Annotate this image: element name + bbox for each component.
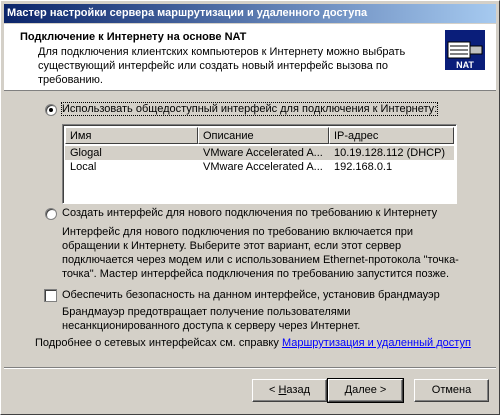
use-existing-interface-label[interactable]: Использовать общедоступный интерфейс для… <box>60 102 439 116</box>
cancel-button[interactable]: Отмена <box>414 379 489 402</box>
page-subtitle: Для подключения клиентских компьютеров к… <box>38 46 406 86</box>
column-name[interactable]: Имя <box>65 127 198 144</box>
wizard-window: Мастер настройки сервера маршрутизации и… <box>0 0 500 415</box>
cell-ip: 192.168.0.1 <box>334 161 393 173</box>
title-bar[interactable]: Мастер настройки сервера маршрутизации и… <box>4 4 496 23</box>
help-text: Подробнее о сетевых интерфейсах см. спра… <box>35 337 471 349</box>
window-title: Мастер настройки сервера маршрутизации и… <box>7 7 368 19</box>
interfaces-list[interactable]: Имя Описание IP-адрес Glogal VMware Acce… <box>62 124 457 204</box>
column-description[interactable]: Описание <box>198 127 329 144</box>
cell-ip: 10.19.128.112 (DHCP) <box>334 147 446 159</box>
cell-name: Glogal <box>70 147 102 159</box>
button-separator <box>4 367 496 369</box>
help-text-prefix: Подробнее о сетевых интерфейсах см. спра… <box>35 337 279 349</box>
nat-icon: NAT <box>445 30 485 70</box>
next-button-rest: алее > <box>352 384 387 396</box>
interfaces-list-header: Имя Описание IP-адрес <box>65 127 454 144</box>
wizard-header: Подключение к Интернету на основе NAT Дл… <box>4 24 496 91</box>
use-existing-interface-radio[interactable] <box>45 104 57 116</box>
cell-description: VMware Accelerated A... <box>203 161 323 173</box>
back-button[interactable]: < Назад <box>252 379 327 402</box>
firewall-label[interactable]: Обеспечить безопасность на данном интерф… <box>62 289 440 301</box>
create-demand-interface-label[interactable]: Создать интерфейс для нового подключения… <box>62 207 437 219</box>
table-row[interactable]: Local VMware Accelerated A... 192.168.0.… <box>65 160 454 174</box>
column-ip[interactable]: IP-адрес <box>329 127 454 144</box>
cell-description: VMware Accelerated A... <box>203 147 323 159</box>
help-link[interactable]: Маршрутизация и удаленный доступ <box>282 337 471 349</box>
demand-interface-description: Интерфейс для нового подключения по треб… <box>62 226 459 280</box>
table-row[interactable]: Glogal VMware Accelerated A... 10.19.128… <box>65 146 454 160</box>
page-title: Подключение к Интернету на основе NAT <box>20 31 247 43</box>
nat-icon-label: NAT <box>456 60 474 70</box>
cell-name: Local <box>70 161 97 173</box>
create-demand-interface-radio[interactable] <box>45 208 57 220</box>
next-button-accel: Д <box>344 384 353 396</box>
back-button-rest: азад <box>286 384 310 396</box>
next-button[interactable]: Далее > <box>327 378 404 403</box>
firewall-checkbox[interactable] <box>44 289 57 302</box>
firewall-description: Брандмауэр предотвращает получение польз… <box>62 306 361 332</box>
